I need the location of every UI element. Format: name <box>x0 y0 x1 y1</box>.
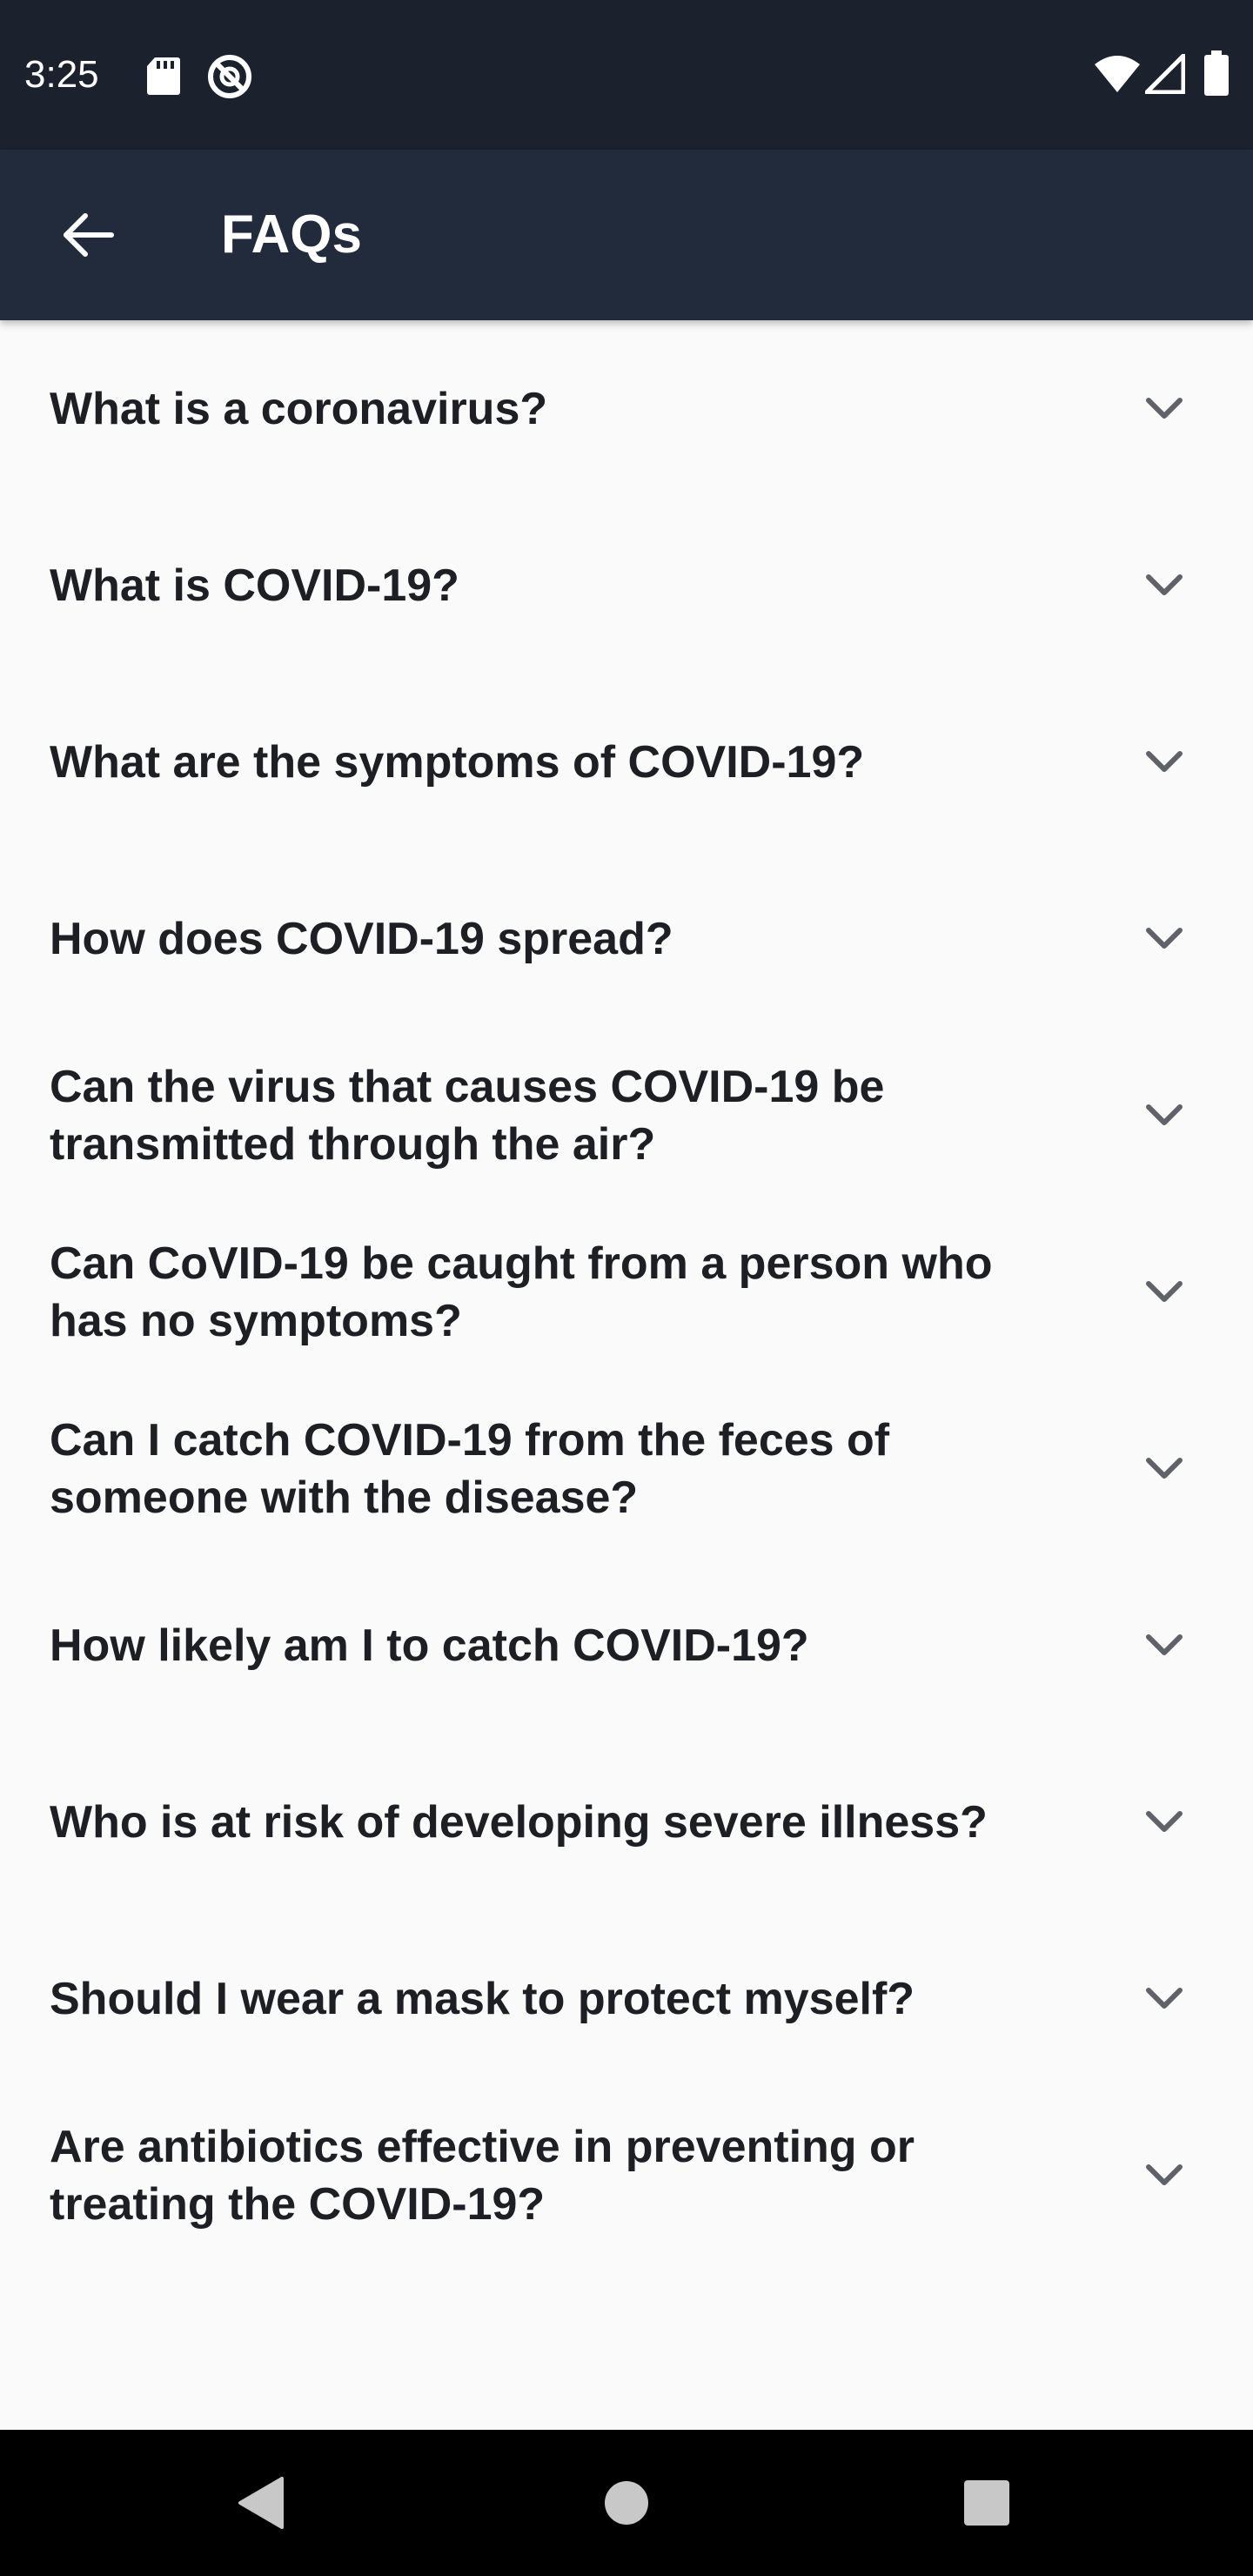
faq-question: Can the virus that causes COVID-19 be tr… <box>50 1061 885 1170</box>
chevron-down-icon <box>1145 1457 1183 1481</box>
faq-item[interactable]: What are the symptoms of COVID-19? <box>0 674 1253 850</box>
chevron-down-icon <box>1145 2163 1183 2188</box>
arrow-left-icon <box>59 207 115 263</box>
chevron-down-icon <box>1145 1104 1183 1128</box>
faq-item[interactable]: Who is at risk of developing severe illn… <box>0 1734 1253 1910</box>
faq-item[interactable]: Can the virus that causes COVID-19 be tr… <box>0 1027 1253 1204</box>
faq-question: Can I catch COVID-19 from the feces of s… <box>50 1414 890 1523</box>
nav-recents-icon <box>964 2480 1009 2526</box>
faq-item[interactable]: How likely am I to catch COVID-19? <box>0 1557 1253 1734</box>
faq-item[interactable]: What is a coronavirus? <box>0 320 1253 497</box>
faq-question: What are the symptoms of COVID-19? <box>50 736 865 788</box>
wifi-icon <box>1093 54 1142 94</box>
nav-back-icon <box>235 2475 287 2531</box>
navigation-bar <box>0 2430 1253 2576</box>
back-button[interactable] <box>42 190 132 280</box>
sd-card-icon <box>146 56 181 96</box>
nav-back-button[interactable] <box>224 2466 298 2539</box>
faq-question: Should I wear a mask to protect myself? <box>50 1973 915 2024</box>
chevron-down-icon <box>1145 1987 1183 2011</box>
battery-icon <box>1204 50 1229 96</box>
nav-recents-button[interactable] <box>950 2466 1023 2539</box>
faq-item[interactable]: What is COVID-19? <box>0 497 1253 674</box>
cellular-signal-icon <box>1141 50 1186 95</box>
nav-home-button[interactable] <box>590 2466 663 2539</box>
no-data-saver-icon <box>205 52 254 101</box>
faq-question: Are antibiotics effective in preventing … <box>50 2121 915 2230</box>
faq-item[interactable]: Can I catch COVID-19 from the feces of s… <box>0 1380 1253 1557</box>
faq-question: How likely am I to catch COVID-19? <box>50 1620 809 1671</box>
page-title: FAQs <box>221 205 362 265</box>
chevron-down-icon <box>1145 750 1183 775</box>
faq-question: How does COVID-19 spread? <box>50 913 673 964</box>
app-bar: FAQs <box>0 150 1253 320</box>
status-time: 3:25 <box>24 53 99 96</box>
faq-question: What is COVID-19? <box>50 560 459 611</box>
chevron-down-icon <box>1145 574 1183 598</box>
faq-question: What is a coronavirus? <box>50 383 548 434</box>
chevron-down-icon <box>1145 1633 1183 1658</box>
faq-item[interactable]: Can CoVID-19 be caught from a person who… <box>0 1204 1253 1380</box>
chevron-down-icon <box>1145 927 1183 951</box>
faq-question: Can CoVID-19 be caught from a person who… <box>50 1238 993 1346</box>
faq-item[interactable]: Should I wear a mask to protect myself? <box>0 1910 1253 2087</box>
status-bar: 3:25 <box>0 0 1253 150</box>
faq-list: What is a coronavirus? What is COVID-19?… <box>0 320 1253 2264</box>
chevron-down-icon <box>1145 1280 1183 1305</box>
faq-question: Who is at risk of developing severe illn… <box>50 1796 988 1848</box>
faq-item[interactable]: How does COVID-19 spread? <box>0 850 1253 1027</box>
nav-home-icon <box>604 2480 649 2526</box>
chevron-down-icon <box>1145 397 1183 421</box>
faq-item[interactable]: Are antibiotics effective in preventing … <box>0 2087 1253 2264</box>
chevron-down-icon <box>1145 1810 1183 1835</box>
